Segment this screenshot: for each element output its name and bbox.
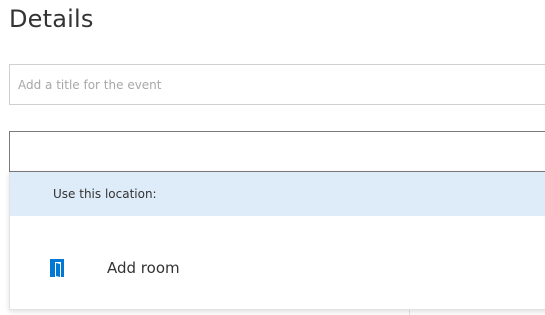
event-title-input[interactable] bbox=[9, 64, 545, 105]
add-room-label: Add room bbox=[107, 259, 180, 277]
dropdown-header-label: Use this location: bbox=[53, 187, 157, 201]
page-title: Details bbox=[9, 5, 94, 33]
room-door-icon bbox=[49, 258, 65, 278]
location-input[interactable] bbox=[9, 131, 545, 172]
location-suggestions-dropdown: Use this location: Add room bbox=[9, 172, 545, 310]
event-details-page: Details Use this location: Add room bbox=[0, 0, 545, 315]
dropdown-header: Use this location: bbox=[10, 172, 545, 216]
add-room-option[interactable]: Add room bbox=[10, 244, 545, 292]
